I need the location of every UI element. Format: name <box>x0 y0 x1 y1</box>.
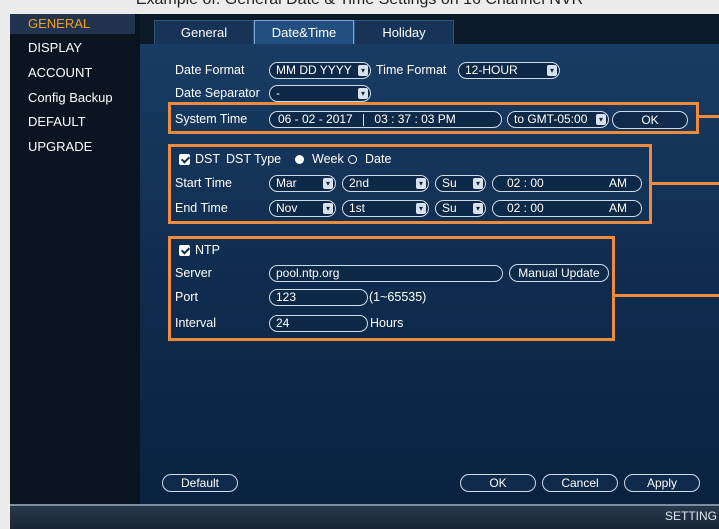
date-separator-label: Date Separator <box>175 86 260 100</box>
date-format-select[interactable]: MM DD YYYY ▾ <box>269 62 371 79</box>
default-button[interactable]: Default <box>162 474 238 492</box>
ok-button[interactable]: OK <box>460 474 536 492</box>
tab-date-time[interactable]: Date&Time <box>254 20 354 44</box>
sidebar-item-default[interactable]: DEFAULT <box>10 112 135 132</box>
status-separator <box>10 504 719 506</box>
date-separator-select[interactable]: - ▾ <box>269 85 371 102</box>
dst-leader-line <box>652 182 719 185</box>
dst-highlight-box <box>168 144 652 224</box>
system-time-highlight-box <box>168 102 699 134</box>
date-format-value: MM DD YYYY <box>276 63 352 77</box>
date-separator-value: - <box>276 86 280 100</box>
chevron-down-icon: ▾ <box>547 65 557 76</box>
sidebar-item-config-backup[interactable]: Config Backup <box>10 88 135 108</box>
tab-bar: General Date&Time Holiday <box>140 14 719 44</box>
status-bar: SETTING <box>10 504 719 529</box>
system-time-leader-line <box>699 115 719 118</box>
sidebar-item-upgrade[interactable]: UPGRADE <box>10 137 135 157</box>
status-text: SETTING <box>664 509 717 523</box>
caption-text: Example of: General Date & Time Settings… <box>0 0 719 14</box>
nvr-settings-window: GENERAL DISPLAY ACCOUNT Config Backup DE… <box>10 14 719 529</box>
ntp-leader-line <box>615 294 719 297</box>
sidebar-item-display[interactable]: DISPLAY <box>10 38 135 58</box>
tab-general[interactable]: General <box>154 20 254 44</box>
chevron-down-icon: ▾ <box>358 65 368 76</box>
main-panel: General Date&Time Holiday Date Format MM… <box>140 14 719 504</box>
sidebar-item-general[interactable]: GENERAL <box>10 14 135 34</box>
time-format-label: Time Format <box>376 63 447 77</box>
cancel-button[interactable]: Cancel <box>542 474 618 492</box>
time-format-value: 12-HOUR <box>465 63 518 77</box>
chevron-down-icon: ▾ <box>358 88 368 99</box>
sidebar: GENERAL DISPLAY ACCOUNT Config Backup DE… <box>10 14 135 504</box>
tab-holiday[interactable]: Holiday <box>354 20 454 44</box>
ntp-highlight-box <box>168 236 615 341</box>
time-format-select[interactable]: 12-HOUR ▾ <box>458 62 560 79</box>
apply-button[interactable]: Apply <box>624 474 700 492</box>
date-format-label: Date Format <box>175 63 245 77</box>
sidebar-item-account[interactable]: ACCOUNT <box>10 63 135 83</box>
